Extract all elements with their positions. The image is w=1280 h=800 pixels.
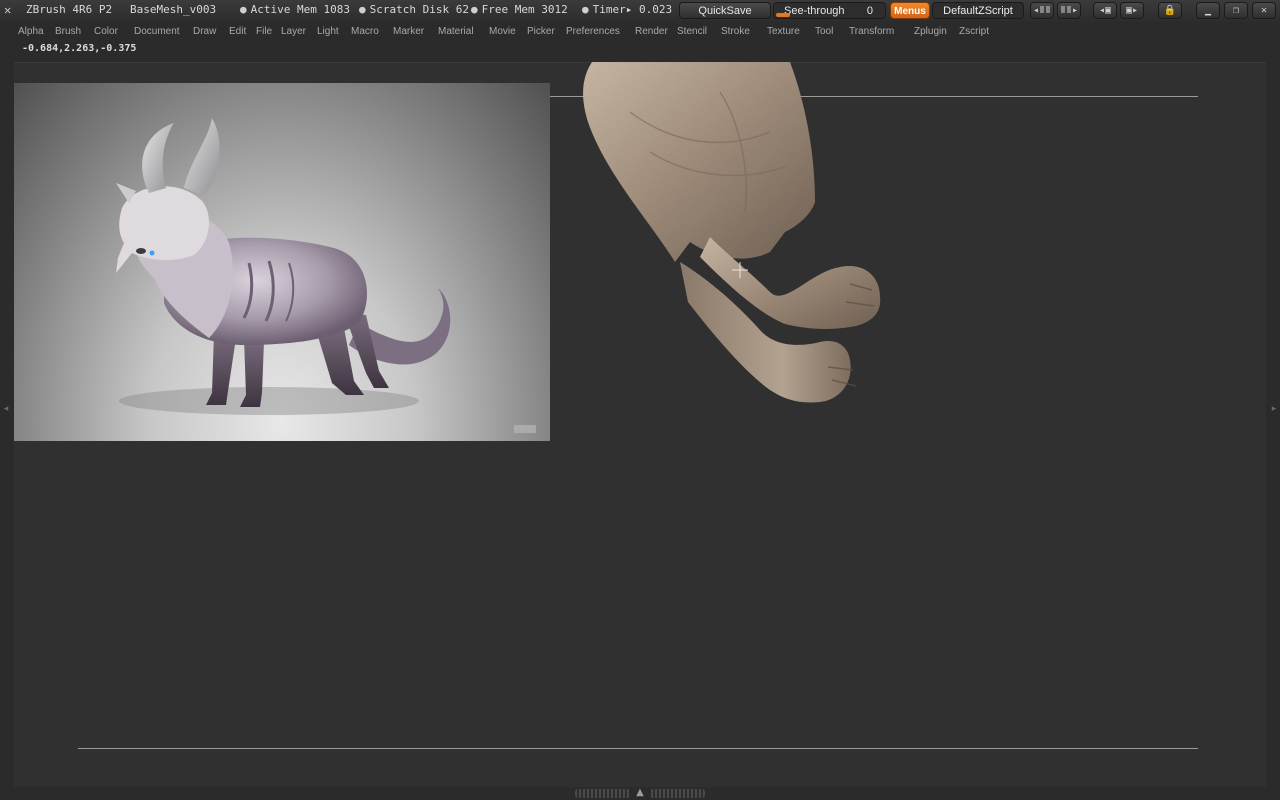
- scroll-right-icon[interactable]: ǁǁ▸: [1057, 2, 1081, 19]
- menu-zplugin[interactable]: Zplugin: [914, 26, 947, 38]
- menu-transform[interactable]: Transform: [849, 26, 894, 38]
- title-bar: ✕ ZBrush 4R6 P2 BaseMesh_v003 ● Active Me…: [0, 0, 1280, 23]
- see-through-value: 0: [866, 5, 873, 17]
- menu-marker[interactable]: Marker: [393, 26, 424, 38]
- menu-light[interactable]: Light: [317, 26, 339, 38]
- menu-layer[interactable]: Layer: [281, 26, 306, 38]
- document-bottom-border: [78, 748, 1198, 749]
- restore-icon[interactable]: ❐: [1224, 2, 1248, 19]
- minimize-icon[interactable]: ▁: [1196, 2, 1220, 19]
- default-zscript-button[interactable]: DefaultZScript: [932, 2, 1024, 19]
- quicksave-button[interactable]: QuickSave: [679, 2, 771, 19]
- see-through-slider[interactable]: See-through 0: [773, 2, 886, 19]
- sculpt-mesh[interactable]: [570, 62, 910, 412]
- menu-macro[interactable]: Macro: [351, 26, 379, 38]
- layout-left-icon[interactable]: ◂▣: [1093, 2, 1117, 19]
- menu-preferences[interactable]: Preferences: [566, 26, 620, 38]
- menu-color[interactable]: Color: [94, 26, 118, 38]
- lock-icon[interactable]: 🔒: [1158, 2, 1182, 19]
- see-through-label: See-through: [784, 5, 845, 17]
- menu-bar: Alpha Brush Color Document Draw Edit Fil…: [0, 22, 1280, 42]
- reference-image[interactable]: [14, 83, 550, 441]
- menu-brush[interactable]: Brush: [55, 26, 81, 38]
- active-mem-stat: ● Active Mem 1083: [240, 3, 350, 16]
- scroll-left-icon[interactable]: ◂ǁǁ: [1030, 2, 1054, 19]
- creature-illustration: [116, 118, 536, 433]
- scratch-disk-stat: ● Scratch Disk 62: [359, 3, 469, 16]
- right-tray-toggle-icon[interactable]: ▸: [1270, 398, 1278, 420]
- menu-stroke[interactable]: Stroke: [721, 26, 750, 38]
- mesh-legs: [583, 62, 881, 403]
- menus-button[interactable]: Menus: [890, 2, 930, 19]
- menu-render[interactable]: Render: [635, 26, 668, 38]
- bottom-tray-handle[interactable]: ▲: [575, 787, 705, 798]
- app-title: ZBrush 4R6 P2: [26, 3, 113, 16]
- menu-document[interactable]: Document: [134, 26, 180, 38]
- menu-tool[interactable]: Tool: [815, 26, 833, 38]
- expand-up-icon[interactable]: ▲: [629, 787, 651, 798]
- menu-edit[interactable]: Edit: [229, 26, 246, 38]
- menu-alpha[interactable]: Alpha: [18, 26, 44, 38]
- free-mem-stat: ● Free Mem 3012: [471, 3, 568, 16]
- menu-zscript[interactable]: Zscript: [959, 26, 989, 38]
- menu-material[interactable]: Material: [438, 26, 474, 38]
- menu-texture[interactable]: Texture: [767, 26, 800, 38]
- close-icon[interactable]: ✕: [1252, 2, 1276, 19]
- see-through-knob[interactable]: [776, 13, 790, 17]
- left-tray-toggle-icon[interactable]: ◂: [2, 398, 10, 420]
- menu-file[interactable]: File: [256, 26, 272, 38]
- cursor-coordinates: -0.684,2.263,-0.375: [22, 43, 137, 54]
- document-name: BaseMesh_v003: [130, 3, 217, 16]
- zbrush-window: ✕ ZBrush 4R6 P2 BaseMesh_v003 ● Active Me…: [0, 0, 1280, 800]
- timer-stat: ● Timer▸ 0.023: [582, 3, 673, 16]
- menu-draw[interactable]: Draw: [193, 26, 216, 38]
- menu-movie[interactable]: Movie: [489, 26, 516, 38]
- menu-stencil[interactable]: Stencil: [677, 26, 707, 38]
- menu-picker[interactable]: Picker: [527, 26, 555, 38]
- zbrush-logo-icon: ✕: [4, 3, 12, 17]
- layout-right-icon[interactable]: ▣▸: [1120, 2, 1144, 19]
